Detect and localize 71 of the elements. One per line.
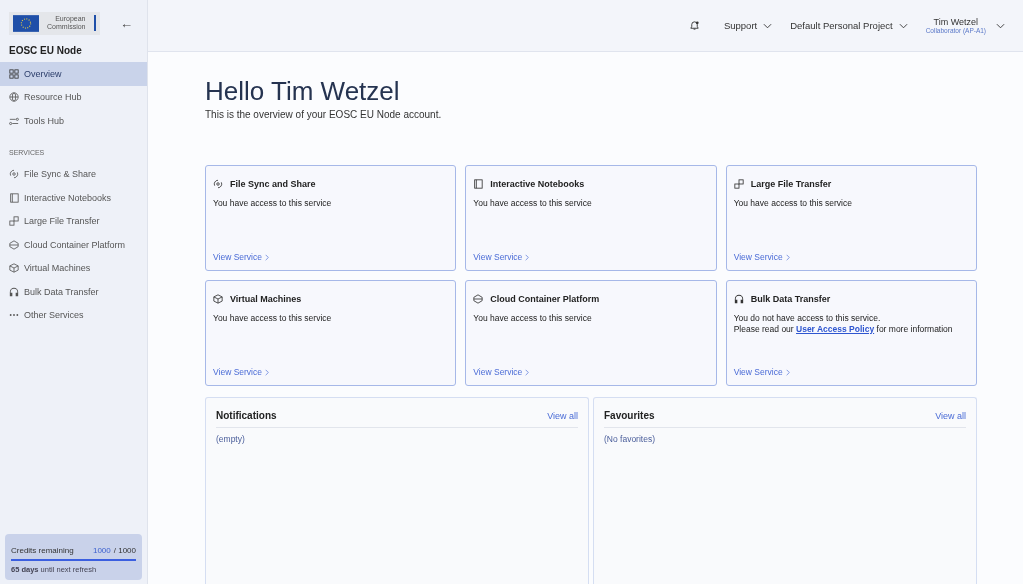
view-service-link[interactable]: View Service [213, 252, 449, 262]
chevron-icon [525, 253, 530, 261]
access-text: You have access to this service [473, 313, 593, 324]
access-text: Please read our User Access Policy for more information [733, 323, 954, 335]
chevron-icon [898, 22, 908, 29]
sync-icon [9, 169, 19, 180]
view-service-link[interactable]: View Service [473, 367, 709, 377]
app-title: EOSC EU Node [8, 44, 83, 58]
hexagon-icon [473, 294, 484, 304]
view-service-link[interactable]: View Service [213, 367, 449, 377]
squares-icon [733, 179, 744, 189]
chevron-icon [785, 368, 790, 376]
access-text: You have access to this service [213, 198, 333, 209]
notebook-icon [473, 179, 484, 189]
panel-title: Notifications [216, 410, 277, 421]
card-title: Virtual Machines [230, 294, 302, 304]
nav-item[interactable]: Large File Transfer [0, 209, 147, 233]
credits-total: / 1000 [113, 546, 136, 555]
credits-label: Credits remaining [11, 546, 75, 555]
chevron-icon [763, 22, 773, 29]
view-service-link[interactable]: View Service [733, 367, 969, 377]
card-title: Interactive Notebooks [490, 179, 585, 189]
chevron-icon [525, 368, 530, 376]
sync-icon [213, 179, 223, 189]
support-menu[interactable]: Support [723, 20, 773, 31]
project-menu[interactable]: Default Personal Project [790, 20, 908, 31]
user-name[interactable]: Tim Wetzel [933, 17, 979, 27]
hexagon-icon [9, 239, 19, 250]
access-text: You have access to this service [733, 198, 853, 209]
subtitle: This is the overview of your EOSC EU Node account. [205, 109, 443, 120]
sliders-icon [9, 115, 19, 126]
credits-value: 1000 [92, 546, 111, 555]
card-title: Cloud Container Platform [490, 294, 600, 304]
nav-item[interactable]: Interactive Notebooks [0, 186, 147, 210]
greeting: Hello Tim Wetzel [205, 76, 401, 107]
chevron-icon[interactable] [996, 22, 1005, 29]
access-text: You do not have access to this service. [733, 313, 882, 324]
view-service-link[interactable]: View Service [733, 252, 969, 262]
cube-icon [213, 294, 223, 304]
view-service-link[interactable]: View Service [473, 252, 709, 262]
nav-item[interactable]: Tools Hub [0, 109, 147, 133]
empty-text: (empty) [216, 434, 245, 444]
grid-icon [9, 68, 19, 79]
nav-item[interactable]: Overview [0, 62, 147, 86]
nav-item[interactable]: File Sync & Share [0, 162, 147, 186]
chevron-icon [265, 368, 269, 376]
nav-item[interactable]: Cloud Container Platform [0, 233, 147, 257]
cube-icon [9, 263, 19, 274]
card-title: File Sync and Share [230, 179, 316, 189]
notebook-icon [9, 192, 19, 203]
nav-item[interactable]: Bulk Data Transfer [0, 280, 147, 304]
squares-icon [9, 216, 19, 227]
headphones-icon [9, 286, 19, 297]
view-all-link[interactable]: View all [547, 410, 578, 421]
chevron-icon [785, 253, 790, 261]
view-all-link[interactable]: View all [935, 410, 966, 421]
chevron-icon [265, 253, 269, 261]
panel-title: Favourites [604, 410, 655, 421]
globe-icon [9, 92, 19, 103]
nav-item[interactable]: Resource Hub [0, 85, 147, 109]
access-text: You have access to this service [473, 198, 593, 209]
nav-item[interactable]: Other Services [0, 303, 147, 327]
bell-icon[interactable] [688, 20, 700, 31]
card-title: Large File Transfer [750, 179, 832, 189]
policy-link[interactable]: User Access Policy [796, 323, 875, 334]
nav-item[interactable]: Virtual Machines [0, 256, 147, 280]
headphones-icon [733, 294, 744, 304]
back-button[interactable]: ← [120, 15, 133, 31]
card-title: Bulk Data Transfer [750, 294, 831, 304]
empty-text: (No favorites) [604, 434, 655, 444]
access-text: You have access to this service [213, 313, 333, 324]
